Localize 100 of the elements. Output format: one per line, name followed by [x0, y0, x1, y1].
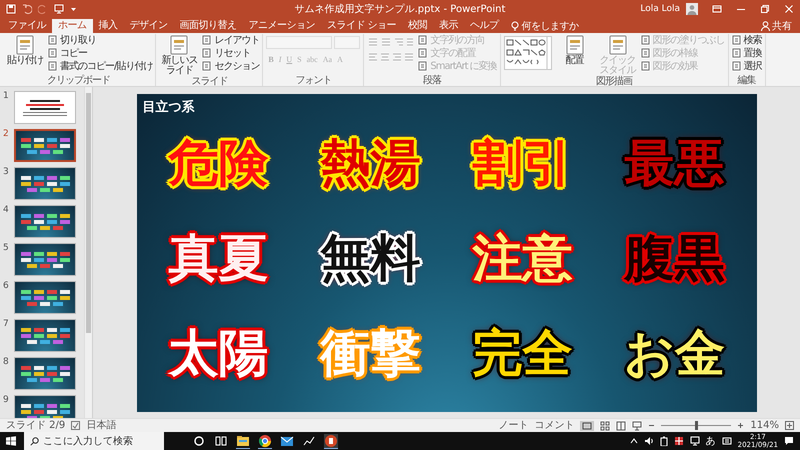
close-icon[interactable] — [784, 4, 794, 14]
sample-word: 注意 — [472, 230, 572, 286]
presentation-app-icon[interactable] — [324, 434, 338, 448]
document-icon — [202, 48, 212, 58]
ribbon-button[interactable]: 置換 — [732, 47, 762, 59]
ribbon-button[interactable]: 新しいスライド — [159, 34, 200, 76]
group-label: 編集 — [736, 75, 757, 86]
ribbon-button[interactable]: セクション — [202, 60, 260, 72]
maximize-icon[interactable] — [760, 4, 770, 14]
document-icon — [418, 61, 428, 71]
ribbon-button[interactable]: 貼り付け — [5, 34, 45, 66]
chart-app-icon[interactable] — [302, 434, 316, 448]
ribbon-tab[interactable]: ファイル — [2, 19, 52, 33]
slideshow-icon[interactable] — [632, 420, 642, 430]
share-button[interactable]: 共有 — [772, 19, 792, 33]
folder-icon[interactable] — [236, 434, 250, 448]
language-label: 日本語 — [86, 420, 116, 432]
windows-logo-icon[interactable] — [6, 436, 16, 446]
document-icon — [418, 48, 428, 58]
ribbon-button[interactable]: コピー — [48, 47, 87, 59]
mail-icon[interactable] — [280, 434, 294, 448]
font-size-field[interactable] — [334, 36, 360, 49]
reading-view-icon[interactable] — [616, 420, 626, 430]
ribbon-button[interactable]: レイアウト — [202, 34, 260, 46]
document-icon — [732, 61, 742, 71]
group-label: スライド — [190, 76, 228, 87]
person-icon[interactable] — [761, 21, 770, 31]
scrollbar[interactable] — [84, 87, 92, 418]
undo-icon[interactable] — [22, 4, 32, 14]
user-name: Lola Lola — [640, 4, 680, 14]
document-icon — [640, 61, 651, 71]
sample-word: 完全 — [472, 326, 572, 382]
ribbon-tab[interactable]: 画面切り替え — [174, 19, 242, 33]
lightbulb-icon[interactable] — [510, 21, 519, 31]
document-icon — [48, 61, 58, 71]
group-label: フォント — [294, 75, 332, 86]
slide-sorter-icon[interactable] — [600, 420, 610, 430]
ribbon-display-icon[interactable] — [712, 4, 722, 14]
slide-counter: スライド 2/9 — [6, 420, 66, 432]
notes-button[interactable]: ノート — [498, 420, 528, 432]
spellcheck-icon[interactable] — [71, 421, 80, 430]
ribbon-button[interactable]: 配置 — [554, 34, 595, 66]
slide-thumbnail[interactable] — [14, 357, 76, 390]
sample-word: 無料 — [320, 230, 420, 286]
normal-view-icon[interactable] — [580, 420, 594, 430]
ribbon-button[interactable]: 検索 — [732, 34, 762, 46]
sample-word: 腹黒 — [624, 230, 724, 286]
slide-number: 9 — [3, 395, 10, 405]
slide-number: 7 — [3, 319, 10, 329]
input-mode-indicator[interactable]: あ — [706, 434, 716, 448]
browser-icon[interactable] — [258, 434, 272, 448]
notification-icon[interactable] — [784, 436, 794, 446]
ribbon-button[interactable]: リセット — [202, 47, 250, 59]
slide-thumbnail[interactable] — [14, 129, 76, 162]
sample-word: 太陽 — [168, 326, 268, 382]
slide-title: 目立つ系 — [142, 98, 194, 116]
ribbon-button[interactable]: 書式のコピー/貼り付け — [48, 60, 152, 72]
fit-slide-icon[interactable] — [785, 421, 794, 430]
ribbon-tab[interactable]: スライド ショー — [321, 19, 402, 33]
keyboard-icon[interactable] — [722, 436, 732, 446]
save-icon[interactable] — [6, 4, 16, 14]
zoom-slider[interactable] — [695, 421, 698, 430]
slide-thumbnail[interactable] — [14, 319, 76, 352]
ribbon-tab[interactable]: ホーム — [52, 19, 92, 33]
task-view-icon[interactable] — [214, 434, 228, 448]
slide-thumbnail[interactable] — [14, 243, 76, 276]
caret-up-icon[interactable] — [630, 437, 638, 445]
ribbon-tab[interactable]: ヘルプ — [464, 19, 505, 33]
presentation-icon[interactable] — [54, 4, 64, 14]
slide-number: 3 — [3, 167, 10, 177]
ribbon-tab[interactable]: デザイン — [124, 19, 174, 33]
slide-thumbnail[interactable] — [14, 167, 76, 200]
slide-thumbnail[interactable] — [14, 205, 76, 238]
group-label: 段落 — [422, 75, 442, 86]
ribbon-button[interactable]: 選択 — [732, 60, 762, 72]
sample-word: 最悪 — [624, 136, 724, 191]
ribbon-tab[interactable]: 校閲 — [402, 19, 434, 33]
slide-number: 2 — [3, 129, 10, 139]
battery-icon[interactable] — [660, 436, 668, 446]
group-label: 図形描画 — [595, 76, 634, 87]
slide-number: 4 — [3, 205, 10, 215]
group-label: クリップボード — [46, 75, 112, 86]
slide-number: 8 — [3, 357, 10, 367]
network-icon[interactable] — [690, 436, 700, 446]
speaker-icon[interactable] — [644, 436, 654, 446]
document-icon — [48, 48, 58, 58]
slide-number: 1 — [3, 91, 10, 101]
ribbon-tab[interactable]: 挿入 — [92, 19, 124, 33]
ribbon-button[interactable]: 切り取り — [48, 34, 96, 46]
tell-me-field[interactable]: 何をしますか — [522, 19, 579, 33]
search-field[interactable]: ここに入力して検索 — [24, 432, 164, 450]
shapes-gallery-icon[interactable] — [504, 36, 552, 70]
ribbon-tab[interactable]: アニメーション — [242, 19, 321, 33]
slide-thumbnail[interactable] — [14, 91, 76, 124]
ribbon-tab[interactable]: 表示 — [433, 19, 464, 33]
document-icon — [732, 48, 742, 58]
zoom-in-icon[interactable] — [737, 421, 744, 430]
comments-button[interactable]: コメント — [534, 420, 574, 432]
zoom-percent[interactable]: 114% — [750, 420, 779, 432]
slide-thumbnail[interactable] — [14, 281, 76, 314]
